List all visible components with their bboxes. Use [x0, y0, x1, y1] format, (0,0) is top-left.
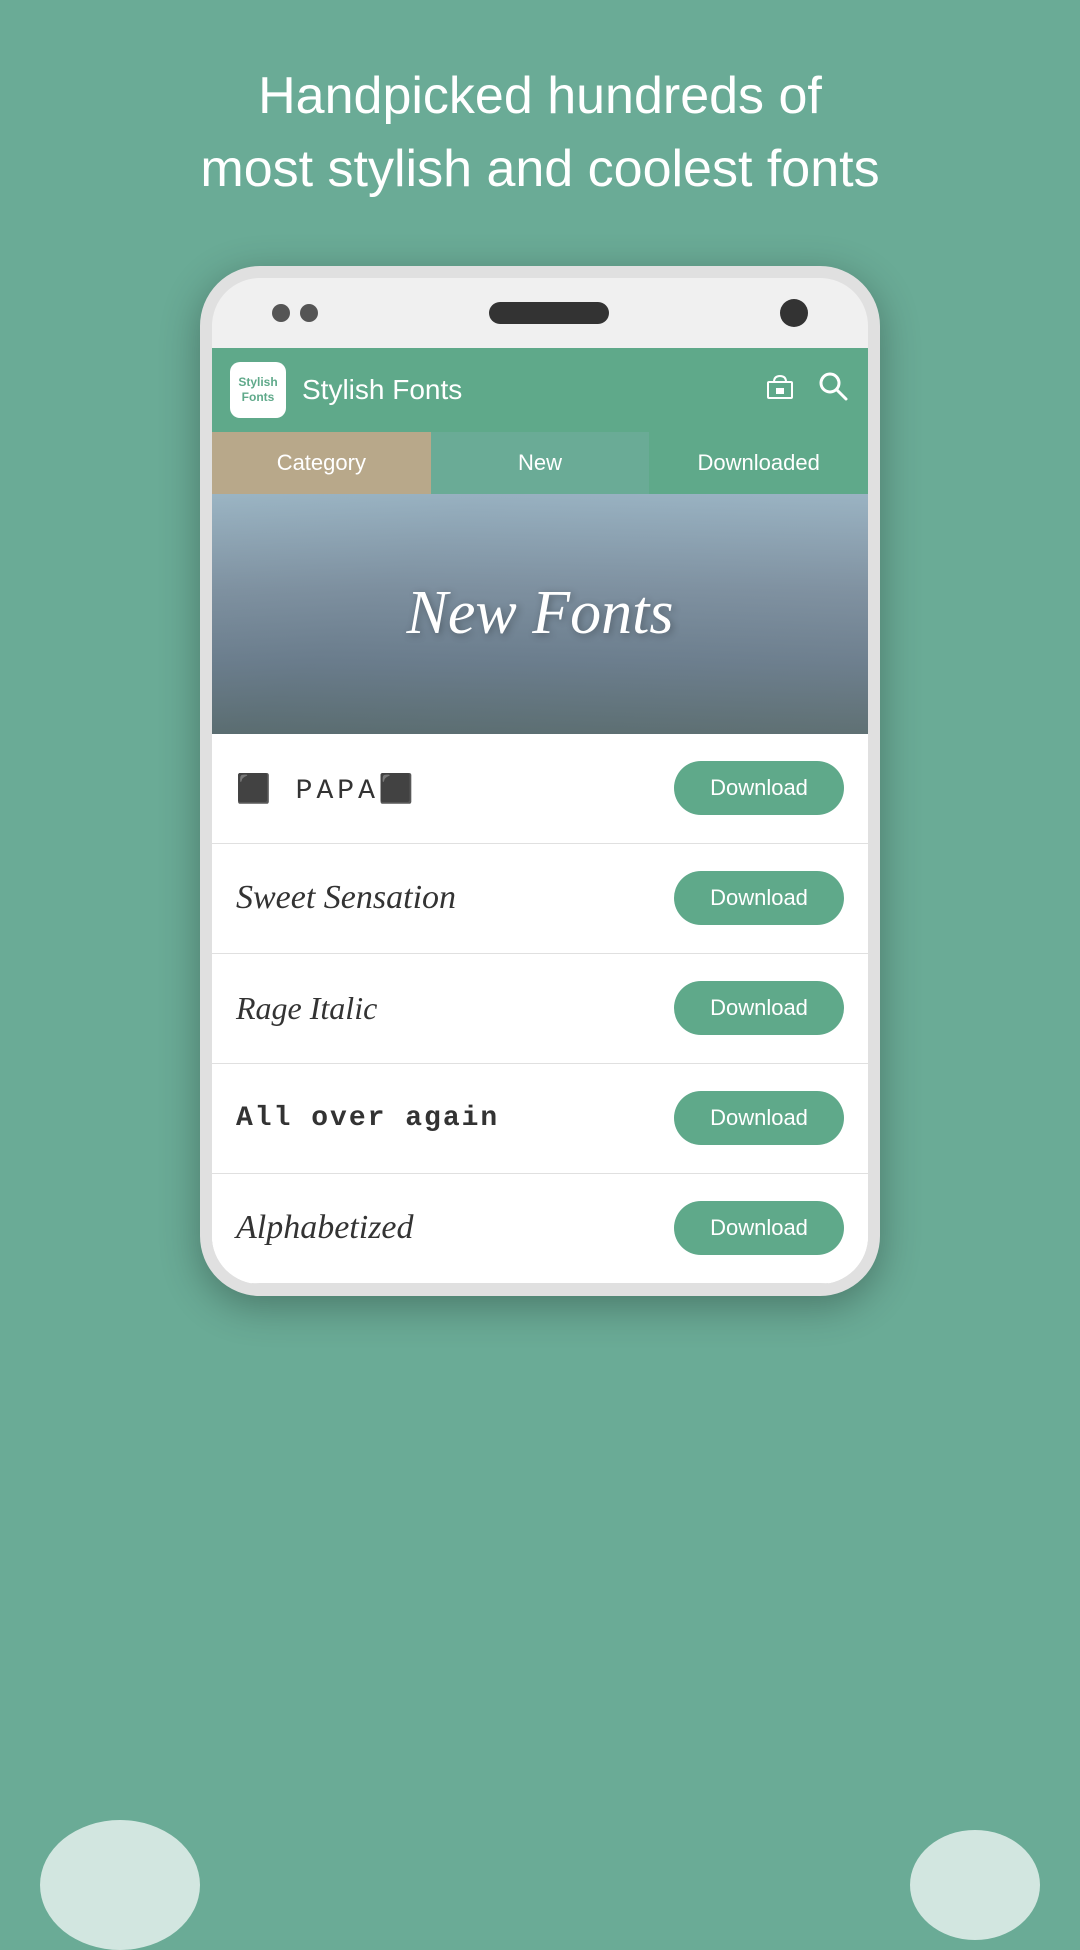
tab-bar: Category New Downloaded: [212, 432, 868, 494]
font-item-sweet-sensation: Sweet Sensation Download: [212, 844, 868, 954]
download-button-rage-italic[interactable]: Download: [674, 981, 844, 1035]
store-icon[interactable]: [764, 370, 796, 409]
app-title: Stylish Fonts: [302, 374, 748, 406]
download-button-sweet-sensation[interactable]: Download: [674, 871, 844, 925]
app-screen: Stylish Fonts Stylish Fonts: [212, 348, 868, 1284]
font-preview-all-over-again: All over again: [236, 1103, 674, 1134]
download-button-papa[interactable]: Download: [674, 761, 844, 815]
phone-top-bar: [212, 278, 868, 348]
app-icon: Stylish Fonts: [230, 362, 286, 418]
app-bar: Stylish Fonts Stylish Fonts: [212, 348, 868, 432]
download-button-alphabetized[interactable]: Download: [674, 1201, 844, 1255]
search-icon[interactable]: [816, 369, 850, 410]
font-item-rage-italic: Rage Italic Download: [212, 954, 868, 1064]
font-preview-alphabetized: Alphabetized: [236, 1209, 674, 1247]
phone-dot-1: [272, 304, 290, 322]
tab-category[interactable]: Category: [212, 432, 431, 494]
cloud-right: [910, 1830, 1040, 1940]
font-list: ⬛ PAPA⬛ Download Sweet Sensation Downloa…: [212, 734, 868, 1284]
phone-speaker: [489, 302, 609, 324]
app-bar-icons: [764, 369, 850, 410]
phone-dot-2: [300, 304, 318, 322]
new-fonts-banner: New Fonts: [212, 494, 868, 734]
font-item-alphabetized: Alphabetized Download: [212, 1174, 868, 1284]
phone-body: Stylish Fonts Stylish Fonts: [200, 266, 880, 1296]
font-preview-sweet-sensation: Sweet Sensation: [236, 879, 674, 917]
phone-camera: [780, 299, 808, 327]
banner-title: New Fonts: [407, 578, 674, 649]
cloud-left: [40, 1820, 200, 1950]
phone-frame: Stylish Fonts Stylish Fonts: [0, 266, 1080, 1296]
font-preview-papa: ⬛ PAPA⬛: [236, 768, 674, 809]
hero-line2: most stylish and coolest fonts: [200, 140, 879, 198]
tab-downloaded[interactable]: Downloaded: [649, 432, 868, 494]
font-item-papa: ⬛ PAPA⬛ Download: [212, 734, 868, 844]
download-button-all-over-again[interactable]: Download: [674, 1091, 844, 1145]
bottom-decoration: [0, 1820, 1080, 1920]
tab-new[interactable]: New: [431, 432, 650, 494]
phone-dots: [272, 304, 318, 322]
font-item-all-over-again: All over again Download: [212, 1064, 868, 1174]
hero-line1: Handpicked hundreds of: [258, 67, 822, 125]
hero-section: Handpicked hundreds of most stylish and …: [0, 0, 1080, 246]
font-preview-rage-italic: Rage Italic: [236, 990, 674, 1027]
